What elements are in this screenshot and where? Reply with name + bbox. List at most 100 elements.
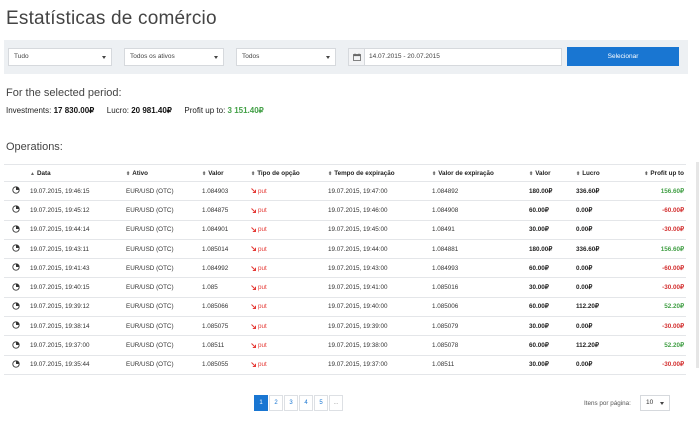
options-select-value: Todos <box>242 53 260 60</box>
header-option-type[interactable]: ⬍ Tipo de opção <box>251 164 328 182</box>
page-1[interactable]: 1 <box>254 395 268 411</box>
page-3[interactable]: 3 <box>284 395 298 411</box>
cell-expiry-value: 1.085078 <box>432 335 529 356</box>
per-page-value: 10 <box>646 399 654 406</box>
cell-amount: 60.00₽ <box>529 335 576 356</box>
cell-expiry-time: 19.07.2015, 19:39:00 <box>328 316 432 337</box>
table-row[interactable]: 19.07.2015, 19:37:00 EUR/USD (OTC) 1.08511… <box>4 335 686 356</box>
cell-value: 1.084992 <box>202 258 251 279</box>
table-header-row: ▲ Data ⬍ Ativo ⬍ Valor ⬍ Tipo de opção ⬍ Temp… <box>4 164 686 182</box>
cell-asset: EUR/USD (OTC) <box>126 258 202 279</box>
table-row[interactable]: 19.07.2015, 19:39:12 EUR/USD (OTC) 1.08506… <box>4 297 686 318</box>
cell-amount: 60.00₽ <box>529 258 576 279</box>
operations-table: ▲ Data ⬍ Ativo ⬍ Valor ⬍ Tipo de opção ⬍ Temp… <box>4 164 686 375</box>
date-range-value: 14.07.2015 - 20.07.2015 <box>369 53 440 60</box>
table-row[interactable]: 19.07.2015, 19:46:15 EUR/USD (OTC) 1.08490… <box>4 181 686 202</box>
arrow-down-right-icon <box>251 207 258 214</box>
header-profit-up[interactable]: ⬍ Profit up to <box>631 164 686 182</box>
sort-up-icon: ▲ <box>30 170 35 177</box>
header-expiry-time[interactable]: ⬍ Tempo de expiração <box>328 164 432 182</box>
cell-date: 19.07.2015, 19:39:12 <box>30 297 126 318</box>
table-row[interactable]: 19.07.2015, 19:35:44 EUR/USD (OTC) 1.08505… <box>4 355 686 375</box>
type-select[interactable]: Tudo <box>8 48 112 66</box>
header-amount[interactable]: ⬍ Valor <box>529 164 576 182</box>
chevron-down-icon <box>660 402 664 405</box>
clock-icon <box>4 297 30 318</box>
clock-icon <box>4 355 30 375</box>
cell-profit-up: -60.00₽ <box>631 258 686 279</box>
cell-option-type: put <box>251 181 328 202</box>
clock-icon <box>4 258 30 279</box>
assets-select[interactable]: Todos os ativos <box>124 48 224 66</box>
clock-icon <box>4 277 30 298</box>
header-date[interactable]: ▲ Data <box>30 164 126 182</box>
profit-up-value: 3 151.40₽ <box>227 106 264 115</box>
cell-expiry-time: 19.07.2015, 19:41:00 <box>328 277 432 298</box>
date-range-field[interactable]: 14.07.2015 - 20.07.2015 <box>348 48 562 66</box>
cell-amount: 30.00₽ <box>529 355 576 375</box>
cell-asset: EUR/USD (OTC) <box>126 200 202 221</box>
header-expiry-value[interactable]: ⬍ Valor de expiração <box>432 164 529 182</box>
select-button[interactable]: Selecionar <box>567 47 679 66</box>
page-4[interactable]: 4 <box>299 395 313 411</box>
cell-expiry-value: 1.08491 <box>432 220 529 240</box>
scrollbar[interactable] <box>696 162 699 368</box>
header-value[interactable]: ⬍ Valor <box>202 164 251 182</box>
cell-expiry-value: 1.085079 <box>432 316 529 337</box>
cell-amount: 180.00₽ <box>529 239 576 260</box>
page-5[interactable]: 5 <box>314 395 328 411</box>
cell-option-type: put <box>251 316 328 337</box>
sort-icon: ⬍ <box>576 170 581 177</box>
cell-date: 19.07.2015, 19:41:43 <box>30 258 126 279</box>
cell-asset: EUR/USD (OTC) <box>126 335 202 356</box>
cell-profit-up: 156.60₽ <box>631 181 686 202</box>
chevron-down-icon <box>214 56 218 59</box>
page-more[interactable]: ... <box>329 395 343 411</box>
sort-icon: ⬍ <box>644 170 649 177</box>
options-select[interactable]: Todos <box>236 48 336 66</box>
cell-date: 19.07.2015, 19:38:14 <box>30 316 126 337</box>
calendar-icon[interactable] <box>349 49 365 65</box>
cell-profit-up: -30.00₽ <box>631 316 686 337</box>
sort-icon: ⬍ <box>529 170 534 177</box>
chevron-down-icon <box>102 56 106 59</box>
cell-value: 1.085075 <box>202 316 251 337</box>
table-row[interactable]: 19.07.2015, 19:44:14 EUR/USD (OTC) 1.08490… <box>4 220 686 240</box>
table-row[interactable]: 19.07.2015, 19:43:11 EUR/USD (OTC) 1.08501… <box>4 239 686 260</box>
cell-expiry-value: 1.084993 <box>432 258 529 279</box>
investments-label: Investments: <box>6 106 52 115</box>
arrow-down-right-icon <box>251 361 258 368</box>
arrow-down-right-icon <box>251 303 258 310</box>
arrow-down-right-icon <box>251 265 258 272</box>
cell-date: 19.07.2015, 19:35:44 <box>30 355 126 375</box>
clock-icon <box>4 181 30 202</box>
cell-profit-up: 156.60₽ <box>631 239 686 260</box>
page-2[interactable]: 2 <box>269 395 283 411</box>
cell-expiry-time: 19.07.2015, 19:38:00 <box>328 335 432 356</box>
cell-option-type: put <box>251 239 328 260</box>
header-profit[interactable]: ⬍ Lucro <box>576 164 631 182</box>
cell-profit-up: -30.00₽ <box>631 220 686 240</box>
cell-date: 19.07.2015, 19:46:15 <box>30 181 126 202</box>
cell-asset: EUR/USD (OTC) <box>126 316 202 337</box>
cell-value: 1.085066 <box>202 297 251 318</box>
cell-expiry-value: 1.084908 <box>432 200 529 221</box>
clock-icon <box>4 335 30 356</box>
cell-value: 1.085 <box>202 277 251 298</box>
table-row[interactable]: 19.07.2015, 19:40:15 EUR/USD (OTC) 1.085 pu… <box>4 277 686 298</box>
cell-expiry-time: 19.07.2015, 19:37:00 <box>328 355 432 375</box>
table-row[interactable]: 19.07.2015, 19:38:14 EUR/USD (OTC) 1.08507… <box>4 316 686 337</box>
cell-asset: EUR/USD (OTC) <box>126 220 202 240</box>
cell-expiry-value: 1.085016 <box>432 277 529 298</box>
arrow-down-right-icon <box>251 188 258 195</box>
cell-asset: EUR/USD (OTC) <box>126 297 202 318</box>
cell-profit: 0.00₽ <box>576 355 631 375</box>
table-row[interactable]: 19.07.2015, 19:45:12 EUR/USD (OTC) 1.08487… <box>4 200 686 221</box>
table-row[interactable]: 19.07.2015, 19:41:43 EUR/USD (OTC) 1.08499… <box>4 258 686 279</box>
per-page-select[interactable]: 10 <box>640 395 670 411</box>
clock-icon <box>4 239 30 260</box>
header-asset[interactable]: ⬍ Ativo <box>126 164 202 182</box>
cell-expiry-value: 1.084881 <box>432 239 529 260</box>
cell-value: 1.084875 <box>202 200 251 221</box>
cell-expiry-time: 19.07.2015, 19:40:00 <box>328 297 432 318</box>
